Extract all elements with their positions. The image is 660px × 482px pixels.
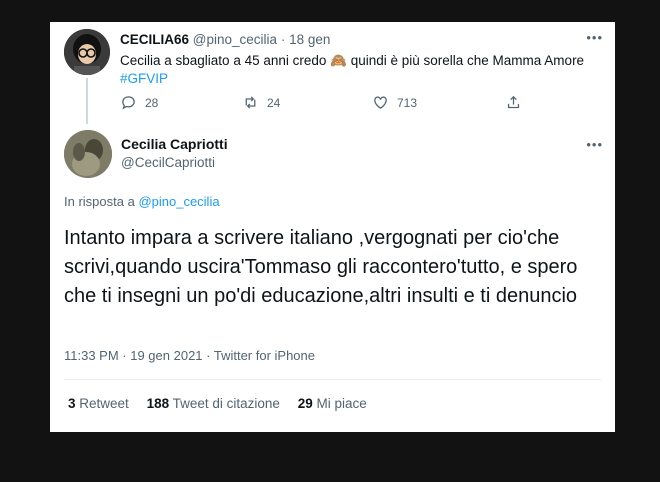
divider — [64, 379, 601, 380]
avatar-cecilia-capriotti[interactable] — [64, 130, 112, 178]
retweet-count: 24 — [267, 95, 281, 110]
likes-count: 29 — [297, 396, 313, 411]
tweet2-timestamp[interactable]: 11:33 PM · 19 gen 2021 · Twitter for iPh… — [64, 348, 315, 363]
see-no-evil-emoji: 🙈 — [330, 53, 347, 68]
tweet1-display-name[interactable]: CECILIA66 — [120, 32, 189, 47]
tweet2-stats: 3 Retweet 188 Tweet di citazione 29 Mi p… — [68, 396, 367, 411]
reply-count: 28 — [145, 95, 159, 110]
retweet-button[interactable]: 24 — [242, 94, 280, 111]
retweets-count: 3 — [68, 396, 76, 411]
tweet1-text: Cecilia a sbagliato a 45 anni credo 🙈 qu… — [120, 52, 590, 88]
more-icon[interactable]: ••• — [586, 30, 603, 45]
share-icon — [507, 95, 520, 109]
likes-stat[interactable]: 29 Mi piace — [298, 396, 367, 411]
hashtag-link[interactable]: #GFVIP — [120, 71, 168, 86]
share-button[interactable] — [505, 94, 522, 111]
reply-icon — [122, 96, 135, 110]
like-count: 713 — [397, 95, 418, 110]
quotes-label: Tweet di citazione — [172, 396, 280, 411]
tweet1-date[interactable]: 18 gen — [289, 32, 330, 47]
tweet2-body: Intanto impara a scrivere italiano ,verg… — [64, 227, 578, 307]
avatar-cecilia66[interactable] — [64, 29, 110, 75]
more-icon[interactable]: ••• — [586, 137, 603, 152]
tweet2-handle[interactable]: @CecilCapriotti — [121, 155, 215, 170]
like-button[interactable]: 713 — [372, 94, 417, 111]
likes-label: Mi piace — [316, 396, 367, 411]
retweets-stat[interactable]: 3 Retweet — [68, 396, 129, 411]
tweet1-separator: · — [280, 32, 286, 47]
tweet-card: CECILIA66 @pino_cecilia · 18 gen ••• Cec… — [50, 22, 615, 432]
reply-context: In risposta a @pino_cecilia — [64, 194, 220, 209]
retweet-icon — [245, 96, 256, 109]
tweet1-header: CECILIA66 @pino_cecilia · 18 gen — [120, 32, 330, 47]
thread-line — [86, 78, 88, 124]
reply-prefix: In risposta a — [64, 194, 139, 209]
quotes-stat[interactable]: 188 Tweet di citazione — [147, 396, 280, 411]
quotes-count: 188 — [146, 396, 170, 411]
tweet1-text-part1: Cecilia a sbagliato a 45 anni credo — [120, 53, 331, 68]
like-icon — [374, 96, 387, 109]
tweet1-text-part2: quindi è più sorella che Mamma Amore — [346, 53, 585, 68]
retweets-label: Retweet — [79, 396, 129, 411]
tweet1-handle[interactable]: @pino_cecilia — [193, 32, 277, 47]
reply-to-link[interactable]: @pino_cecilia — [138, 194, 219, 209]
reply-button[interactable]: 28 — [120, 94, 158, 111]
tweet2-display-name[interactable]: Cecilia Capriotti — [121, 136, 228, 152]
